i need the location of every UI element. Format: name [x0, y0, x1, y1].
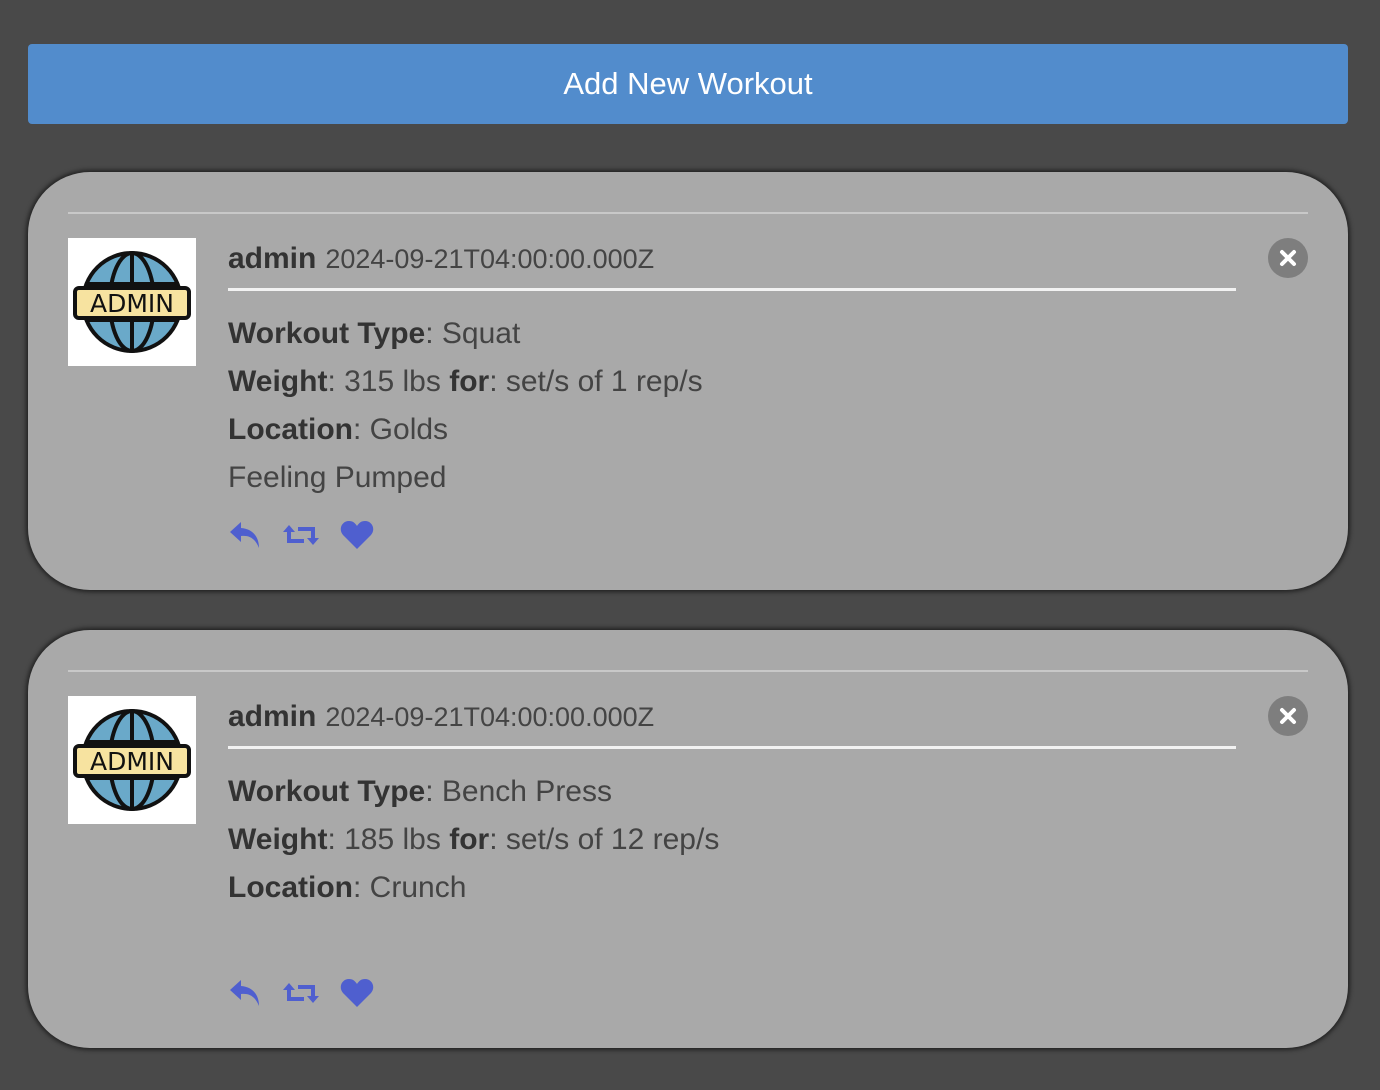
weight-line: Weight: 185 lbs for: set/s of 12 rep/s: [228, 823, 720, 856]
close-icon[interactable]: [1268, 696, 1308, 736]
workout-details: Workout Type: Squat Weight: 315 lbs for:…: [228, 310, 1228, 502]
workout-type-label: Workout Type: [228, 775, 426, 808]
location-value: Crunch: [369, 871, 467, 904]
weight-label: Weight: [228, 823, 328, 856]
add-new-workout-button[interactable]: Add New Workout: [28, 44, 1348, 124]
avatar: ADMIN: [68, 238, 196, 366]
workout-type-line: Workout Type: Squat: [228, 317, 521, 350]
heart-icon[interactable]: [338, 516, 376, 554]
workout-note: [228, 912, 1228, 960]
sets-reps-value: set/s of 1 rep/s: [505, 365, 703, 398]
sets-reps-value: set/s of 12 rep/s: [505, 823, 720, 856]
workout-note: Feeling Pumped: [228, 461, 447, 494]
location-value: Golds: [369, 413, 449, 446]
avatar: ADMIN: [68, 696, 196, 824]
post-header: admin 2024-09-21T04:00:00.000Z: [228, 242, 1236, 291]
for-label: for: [449, 823, 490, 856]
workout-feed-page: Add New Workout ADMIN admin 2024-09-21T0…: [0, 0, 1380, 1090]
svg-text:ADMIN: ADMIN: [90, 747, 174, 776]
workout-type-line: Workout Type: Bench Press: [228, 775, 612, 808]
workout-card: ADMIN admin 2024-09-21T04:00:00.000Z Wor…: [28, 630, 1348, 1048]
retweet-icon[interactable]: [282, 516, 320, 554]
workout-type-value: Bench Press: [441, 775, 612, 808]
svg-text:ADMIN: ADMIN: [90, 289, 174, 318]
timestamp: 2024-09-21T04:00:00.000Z: [325, 702, 655, 732]
post-header: admin 2024-09-21T04:00:00.000Z: [228, 700, 1236, 749]
close-icon[interactable]: [1268, 238, 1308, 278]
workout-type-label: Workout Type: [228, 317, 426, 350]
workout-card: ADMIN admin 2024-09-21T04:00:00.000Z Wor…: [28, 172, 1348, 590]
workout-details: Workout Type: Bench Press Weight: 185 lb…: [228, 768, 1228, 960]
location-line: Location: Golds: [228, 413, 449, 446]
location-label: Location: [228, 871, 353, 904]
username[interactable]: admin: [228, 242, 316, 276]
timestamp: 2024-09-21T04:00:00.000Z: [325, 244, 655, 274]
weight-value: 185 lbs: [344, 823, 441, 856]
weight-label: Weight: [228, 365, 328, 398]
reply-icon[interactable]: [226, 974, 264, 1012]
reply-icon[interactable]: [226, 516, 264, 554]
weight-line: Weight: 315 lbs for: set/s of 1 rep/s: [228, 365, 703, 398]
heart-icon[interactable]: [338, 974, 376, 1012]
location-label: Location: [228, 413, 353, 446]
card-divider: [68, 212, 1308, 214]
for-label: for: [449, 365, 490, 398]
location-line: Location: Crunch: [228, 871, 467, 904]
card-divider: [68, 670, 1308, 672]
post-actions: [226, 974, 376, 1012]
weight-value: 315 lbs: [344, 365, 441, 398]
retweet-icon[interactable]: [282, 974, 320, 1012]
username[interactable]: admin: [228, 700, 316, 734]
workout-type-value: Squat: [441, 317, 521, 350]
post-actions: [226, 516, 376, 554]
